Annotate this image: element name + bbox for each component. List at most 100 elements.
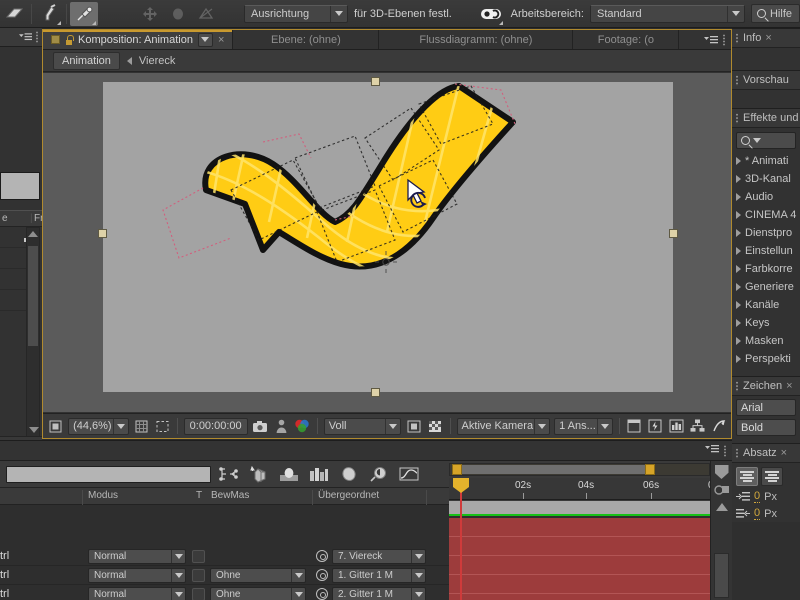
list-item[interactable] <box>0 248 26 269</box>
project-scrollbar[interactable] <box>26 227 40 437</box>
chevron-right-icon[interactable] <box>736 337 741 345</box>
chevron-right-icon[interactable] <box>736 319 741 327</box>
comp-marker-icon[interactable] <box>715 465 729 479</box>
layer-name[interactable]: trl <box>0 569 82 581</box>
effects-category-item[interactable]: Farbkorre <box>732 260 800 278</box>
preserve-transparency-checkbox[interactable] <box>192 550 205 563</box>
composition-panel-menu[interactable] <box>699 30 731 49</box>
timeline-zoom-scrollbar[interactable] <box>449 463 710 476</box>
blend-mode-dropdown[interactable]: Normal <box>88 587 186 600</box>
track-matte-dropdown[interactable]: Ohne <box>210 568 306 583</box>
chevron-right-icon[interactable] <box>736 193 741 201</box>
breadcrumb-current[interactable]: Viereck <box>139 55 175 67</box>
align-left-icon[interactable] <box>736 467 758 486</box>
show-snapshot-icon[interactable] <box>273 418 290 435</box>
brainstorm-icon[interactable] <box>307 464 331 484</box>
panel-grip-icon[interactable] <box>35 31 39 43</box>
close-icon[interactable]: × <box>786 380 792 392</box>
graph-editor-icon[interactable] <box>397 464 421 484</box>
effects-category-item[interactable]: * Animati <box>732 152 800 170</box>
graph-editor-disc-icon[interactable] <box>337 464 361 484</box>
panel-grip-icon[interactable] <box>722 34 726 46</box>
tab-footage[interactable]: Footage: (o <box>573 30 679 49</box>
eraser-tool-icon[interactable] <box>0 2 28 26</box>
breadcrumb-root[interactable]: Animation <box>53 52 120 70</box>
chevron-right-icon[interactable] <box>736 283 741 291</box>
effects-category-item[interactable]: Audio <box>732 188 800 206</box>
font-style-field[interactable]: Bold <box>736 419 796 436</box>
blend-mode-dropdown[interactable]: Normal <box>88 568 186 583</box>
effects-category-item[interactable]: Perspekti <box>732 350 800 368</box>
indent-left-row[interactable]: 0 Px <box>732 488 800 505</box>
zoom-level-dropdown[interactable]: (44,6%) <box>68 418 129 435</box>
chevron-down-icon[interactable] <box>753 138 761 143</box>
parent-dropdown[interactable]: 2. Gitter 1 M <box>332 587 426 600</box>
effects-search-input[interactable] <box>736 132 796 149</box>
effects-category-item[interactable]: Keys <box>732 314 800 332</box>
chevron-right-icon[interactable] <box>736 247 741 255</box>
effects-category-item[interactable]: Einstellun <box>732 242 800 260</box>
effects-category-item[interactable]: Masken <box>732 332 800 350</box>
puppet-mesh-tool-icon[interactable] <box>192 2 220 26</box>
preserve-transparency-checkbox[interactable] <box>192 588 205 600</box>
align-center-icon[interactable] <box>761 467 783 486</box>
chevron-right-icon[interactable] <box>736 157 741 165</box>
zoom-handle-right[interactable] <box>645 464 655 475</box>
active-camera-dropdown[interactable]: Aktive Kamera <box>457 418 551 435</box>
panel-grip-icon[interactable] <box>735 113 739 124</box>
timeline-graph-area[interactable]: 0s 02s 04s 06s 08s <box>449 461 710 600</box>
help-search-button[interactable]: Hilfe <box>751 4 800 23</box>
scroll-up-icon[interactable] <box>716 503 728 511</box>
playhead[interactable] <box>460 478 462 600</box>
chevron-right-icon[interactable] <box>736 211 741 219</box>
effects-category-item[interactable]: Kanäle <box>732 296 800 314</box>
workspace-dropdown[interactable]: Standard <box>590 5 745 23</box>
close-icon[interactable]: × <box>781 447 787 459</box>
tab-chevron-down-icon[interactable] <box>198 33 213 47</box>
timeline-search-input[interactable] <box>6 466 211 483</box>
panel-grip-icon[interactable] <box>735 381 739 392</box>
panel-grip-icon[interactable] <box>723 445 727 457</box>
parent-pickwhip-icon[interactable] <box>316 588 328 600</box>
panel-grip-icon[interactable] <box>735 33 739 44</box>
parent-dropdown[interactable]: 1. Gitter 1 M <box>332 568 426 583</box>
panel-menu-icon[interactable] <box>19 32 32 43</box>
parent-pickwhip-icon[interactable] <box>316 569 328 581</box>
effects-category-item[interactable]: CINEMA 4 <box>732 206 800 224</box>
always-preview-icon[interactable] <box>47 418 64 435</box>
region-preview-icon[interactable] <box>405 418 422 435</box>
panel-grip-icon[interactable] <box>735 75 739 86</box>
timeline-ruler[interactable]: 0s 02s 04s 06s 08s <box>449 478 710 500</box>
parent-pickwhip-icon[interactable] <box>316 550 328 562</box>
lock-icon[interactable] <box>65 35 73 45</box>
character-panel-header[interactable]: Zeichen × <box>732 377 800 396</box>
list-item[interactable] <box>0 227 26 248</box>
region-of-interest-icon[interactable] <box>154 418 171 435</box>
parent-dropdown[interactable]: 7. Viereck <box>332 549 426 564</box>
motion-blur-icon[interactable] <box>277 464 301 484</box>
tab-ebene[interactable]: Ebene: (ohne) <box>233 30 379 49</box>
chevron-right-icon[interactable] <box>736 355 741 363</box>
info-panel-header[interactable]: Info × <box>732 29 800 48</box>
effects-category-item[interactable]: Generiere <box>732 278 800 296</box>
close-icon[interactable]: × <box>765 32 771 44</box>
puppet-starch-tool-icon[interactable] <box>164 2 192 26</box>
effects-panel-header[interactable]: Effekte und <box>732 109 800 128</box>
paragraph-panel-header[interactable]: Absatz × <box>732 444 800 463</box>
fast-previews-icon[interactable] <box>647 418 664 435</box>
views-dropdown[interactable]: 1 Ans... <box>554 418 613 435</box>
effects-category-item[interactable]: Dienstpro <box>732 224 800 242</box>
puppet-overlap-tool-icon[interactable] <box>136 2 164 26</box>
align-dropdown[interactable]: Ausrichtung <box>244 5 348 23</box>
list-item[interactable] <box>0 269 26 290</box>
indent-left-value[interactable]: 0 <box>754 490 760 503</box>
scroll-up-icon[interactable] <box>28 231 38 237</box>
chevron-right-icon[interactable] <box>736 301 741 309</box>
layer-name[interactable]: trl <box>0 550 82 562</box>
preview-panel-header[interactable]: Vorschau <box>732 71 800 90</box>
timeline-panel-menu[interactable] <box>705 444 719 457</box>
panel-grip-icon[interactable] <box>735 448 739 459</box>
workspace-toggle-icon[interactable] <box>477 2 505 26</box>
list-item[interactable] <box>0 290 26 311</box>
font-family-field[interactable]: Arial <box>736 399 796 416</box>
